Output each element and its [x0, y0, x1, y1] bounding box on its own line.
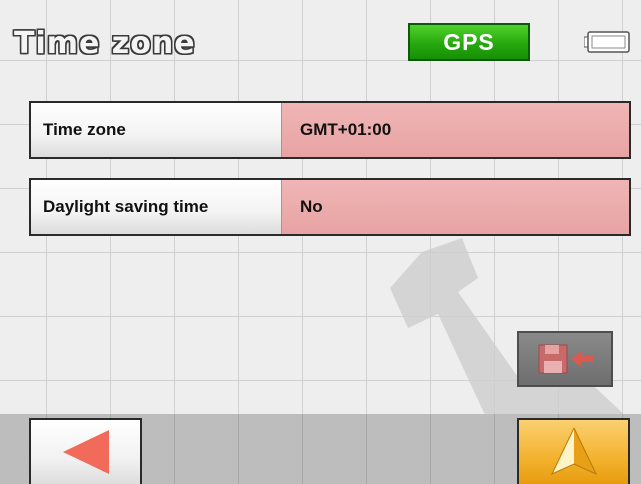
navigation-button[interactable]	[517, 418, 630, 484]
back-button[interactable]	[29, 418, 142, 484]
navigation-arrow-icon	[550, 427, 597, 476]
daylight-saving-value[interactable]: No	[282, 180, 629, 234]
page-title: Time zone	[14, 26, 196, 61]
battery-icon	[584, 31, 630, 53]
time-zone-value[interactable]: GMT+01:00	[282, 103, 629, 157]
daylight-saving-setting[interactable]: Daylight saving time No	[29, 178, 631, 236]
gps-status-badge[interactable]: GPS	[408, 23, 530, 61]
save-button[interactable]	[517, 331, 613, 387]
daylight-saving-label: Daylight saving time	[31, 180, 282, 234]
back-arrow-icon	[62, 430, 109, 474]
header: Time zone GPS	[0, 0, 641, 90]
time-zone-setting[interactable]: Time zone GMT+01:00	[29, 101, 631, 159]
save-disk-icon	[538, 344, 593, 374]
time-zone-label: Time zone	[31, 103, 282, 157]
